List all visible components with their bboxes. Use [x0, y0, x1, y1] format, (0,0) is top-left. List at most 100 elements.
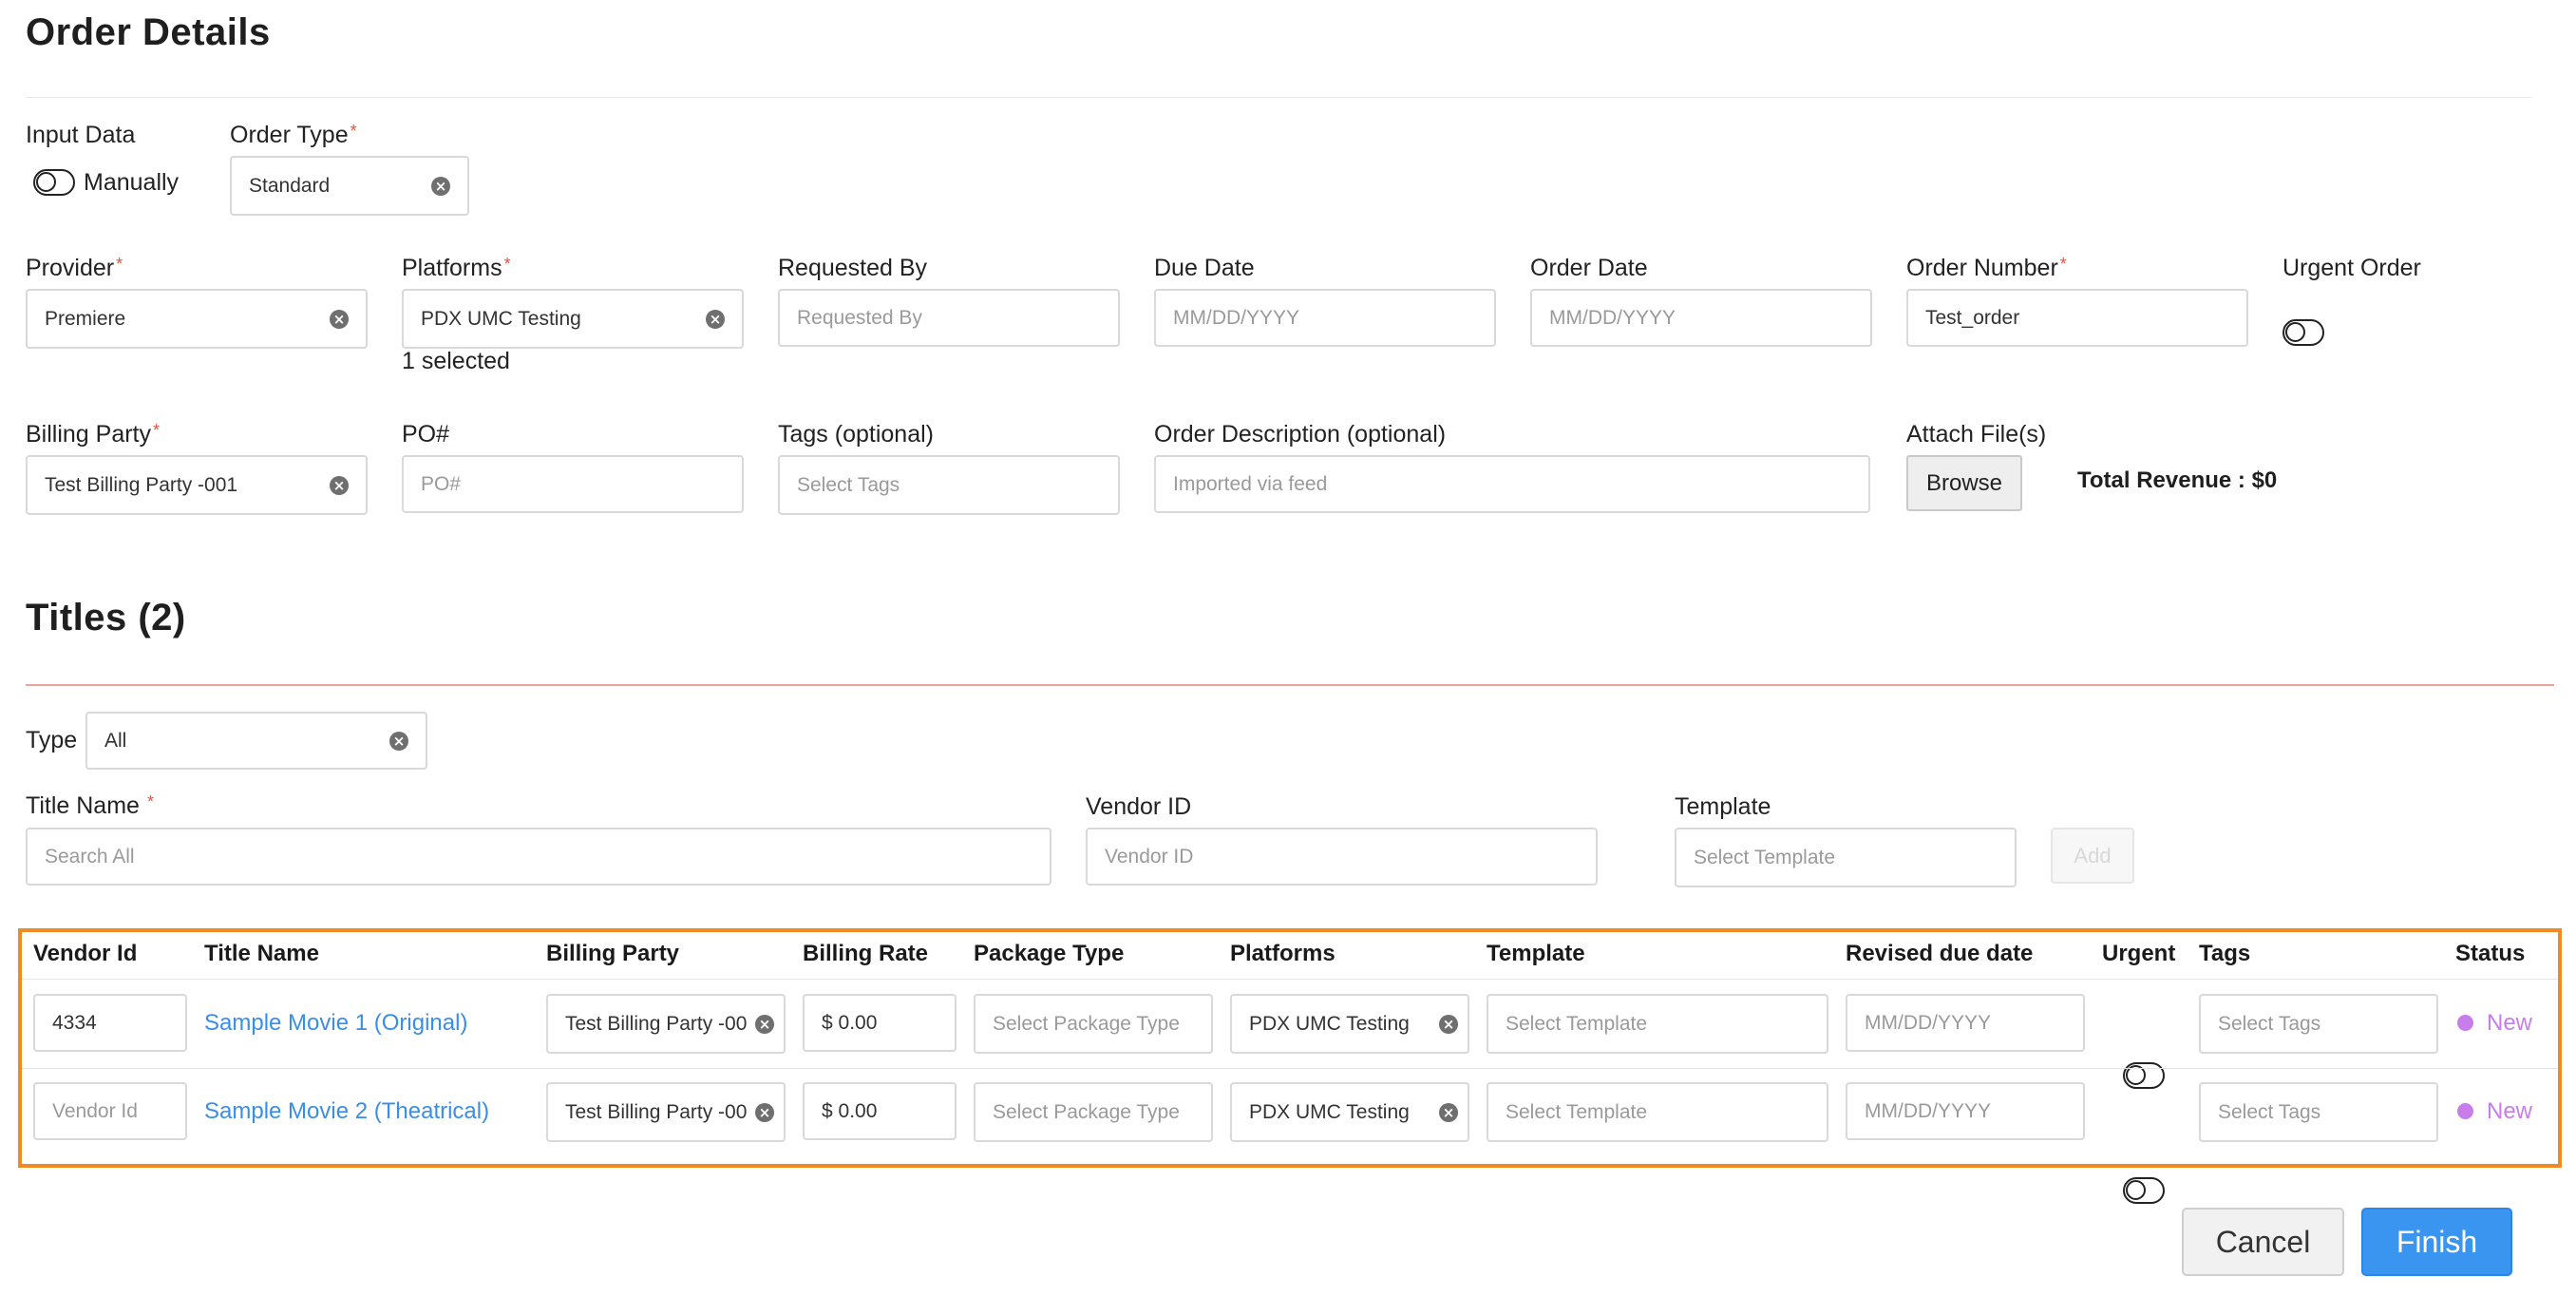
row-platforms-value: PDX UMC Testing	[1249, 1100, 1410, 1123]
status-dot	[2457, 1103, 2473, 1119]
row-package-type-select[interactable]: Select Package Type	[974, 1082, 1213, 1142]
total-revenue: Total Revenue : $0	[2077, 467, 2278, 493]
col-header-title-name[interactable]: Title Name	[204, 941, 319, 967]
row-status: New	[2487, 1098, 2533, 1124]
col-header-revised-due-date[interactable]: Revised due date	[1846, 941, 2033, 967]
titles-heading: Titles (2)	[26, 597, 186, 638]
browse-button[interactable]: Browse	[1906, 455, 2022, 511]
order-type-select[interactable]: Standard ×	[230, 156, 469, 216]
provider-value: Premiere	[45, 307, 126, 330]
type-select[interactable]: All ×	[85, 712, 427, 770]
type-value: All	[104, 729, 127, 752]
order-number-label: Order Number *	[1906, 255, 2067, 281]
vendor-id-input[interactable]: Vendor ID	[1086, 828, 1598, 886]
order-date-label: Order Date	[1530, 255, 1648, 281]
col-header-package-type[interactable]: Package Type	[974, 941, 1124, 967]
clear-icon[interactable]: ×	[1439, 1102, 1458, 1122]
due-date-label: Due Date	[1154, 255, 1255, 281]
clear-icon[interactable]: ×	[755, 1014, 774, 1034]
tags-label: Tags (optional)	[778, 421, 934, 448]
titles-divider	[26, 684, 2554, 686]
row-tags-select[interactable]: Select Tags	[2199, 1082, 2438, 1142]
platforms-label: Platforms *	[402, 255, 511, 281]
row-status: New	[2487, 1010, 2533, 1036]
cancel-button[interactable]: Cancel	[2182, 1208, 2344, 1276]
row-package-type-select[interactable]: Select Package Type	[974, 994, 1213, 1054]
order-number-input[interactable]: Test_order	[1906, 289, 2248, 347]
row-billing-party-select[interactable]: Test Billing Party -001 ×	[546, 994, 786, 1054]
urgent-order-label: Urgent Order	[2282, 255, 2421, 281]
platforms-selected-count: 1 selected	[402, 348, 510, 374]
row-platforms-select[interactable]: PDX UMC Testing ×	[1230, 1082, 1469, 1142]
template-label: Template	[1675, 793, 1771, 820]
billing-party-label: Billing Party *	[26, 421, 161, 448]
row-billing-party-value: Test Billing Party -001	[565, 1100, 748, 1123]
row-platforms-select[interactable]: PDX UMC Testing ×	[1230, 994, 1469, 1054]
col-header-urgent[interactable]: Urgent	[2102, 941, 2175, 967]
urgent-order-toggle[interactable]	[2282, 319, 2324, 346]
col-header-billing-rate[interactable]: Billing Rate	[803, 941, 928, 967]
col-header-vendor-id[interactable]: Vendor Id	[33, 941, 137, 967]
po-input[interactable]: PO#	[402, 455, 744, 513]
provider-label: Provider *	[26, 255, 123, 281]
row-urgent-toggle[interactable]	[2123, 1177, 2165, 1204]
row-template-select[interactable]: Select Template	[1487, 994, 1828, 1054]
platforms-select[interactable]: PDX UMC Testing ×	[402, 289, 744, 349]
vendor-id-label: Vendor ID	[1086, 793, 1192, 820]
tags-select[interactable]: Select Tags	[778, 455, 1120, 515]
col-header-billing-party[interactable]: Billing Party	[546, 941, 679, 967]
requested-by-label: Requested By	[778, 255, 928, 281]
type-label: Type	[26, 727, 78, 753]
manual-label: Manually	[84, 169, 180, 196]
row-template-select[interactable]: Select Template	[1487, 1082, 1828, 1142]
header-divider	[22, 979, 2558, 980]
row-billing-rate-input[interactable]: $ 0.00	[803, 994, 957, 1052]
row-revised-due-input[interactable]: MM/DD/YYYY	[1846, 1082, 2085, 1140]
row-vendor-id-input[interactable]: Vendor Id	[33, 1082, 187, 1140]
col-header-platforms[interactable]: Platforms	[1230, 941, 1335, 967]
page-title: Order Details	[26, 11, 271, 53]
description-input[interactable]: Imported via feed	[1154, 455, 1870, 513]
clear-icon[interactable]: ×	[389, 731, 408, 751]
billing-party-select[interactable]: Test Billing Party -001 ×	[26, 455, 368, 515]
add-title-button[interactable]: Add	[2051, 828, 2134, 884]
row-billing-party-value: Test Billing Party -001	[565, 1012, 748, 1035]
col-header-status[interactable]: Status	[2455, 941, 2525, 967]
title-divider	[26, 97, 2531, 98]
order-date-input[interactable]: MM/DD/YYYY	[1530, 289, 1872, 347]
clear-icon[interactable]: ×	[330, 309, 349, 329]
row-platforms-value: PDX UMC Testing	[1249, 1012, 1410, 1035]
row-title-link[interactable]: Sample Movie 1 (Original)	[204, 1010, 467, 1037]
clear-icon[interactable]: ×	[706, 309, 725, 329]
order-type-value: Standard	[249, 174, 331, 197]
clear-icon[interactable]: ×	[330, 475, 349, 495]
status-dot	[2457, 1015, 2473, 1031]
col-header-tags[interactable]: Tags	[2199, 941, 2250, 967]
input-manual-toggle[interactable]	[33, 169, 75, 196]
platforms-value: PDX UMC Testing	[421, 307, 581, 330]
order-type-label: Order Type *	[230, 122, 357, 148]
clear-icon[interactable]: ×	[755, 1102, 774, 1122]
row-billing-rate-input[interactable]: $ 0.00	[803, 1082, 957, 1140]
billing-party-value: Test Billing Party -001	[45, 473, 238, 496]
input-data-label: Input Data	[26, 122, 136, 148]
template-select[interactable]: Select Template	[1675, 828, 2017, 887]
clear-icon[interactable]: ×	[1439, 1014, 1458, 1034]
row-billing-party-select[interactable]: Test Billing Party -001 ×	[546, 1082, 786, 1142]
requested-by-input[interactable]: Requested By	[778, 289, 1120, 347]
finish-button[interactable]: Finish	[2361, 1208, 2512, 1276]
row-title-link[interactable]: Sample Movie 2 (Theatrical)	[204, 1098, 489, 1125]
title-name-label: Title Name *	[26, 792, 154, 819]
row-vendor-id-input[interactable]: 4334	[33, 994, 187, 1052]
po-label: PO#	[402, 421, 450, 448]
row-tags-select[interactable]: Select Tags	[2199, 994, 2438, 1054]
row-revised-due-input[interactable]: MM/DD/YYYY	[1846, 994, 2085, 1052]
description-label: Order Description (optional)	[1154, 421, 1447, 448]
due-date-input[interactable]: MM/DD/YYYY	[1154, 289, 1496, 347]
clear-icon[interactable]: ×	[431, 176, 450, 196]
row-divider	[22, 1068, 2558, 1069]
col-header-template[interactable]: Template	[1487, 941, 1585, 967]
title-search-input[interactable]: Search All	[26, 828, 1051, 886]
row-urgent-toggle[interactable]	[2123, 1062, 2165, 1089]
provider-select[interactable]: Premiere ×	[26, 289, 368, 349]
